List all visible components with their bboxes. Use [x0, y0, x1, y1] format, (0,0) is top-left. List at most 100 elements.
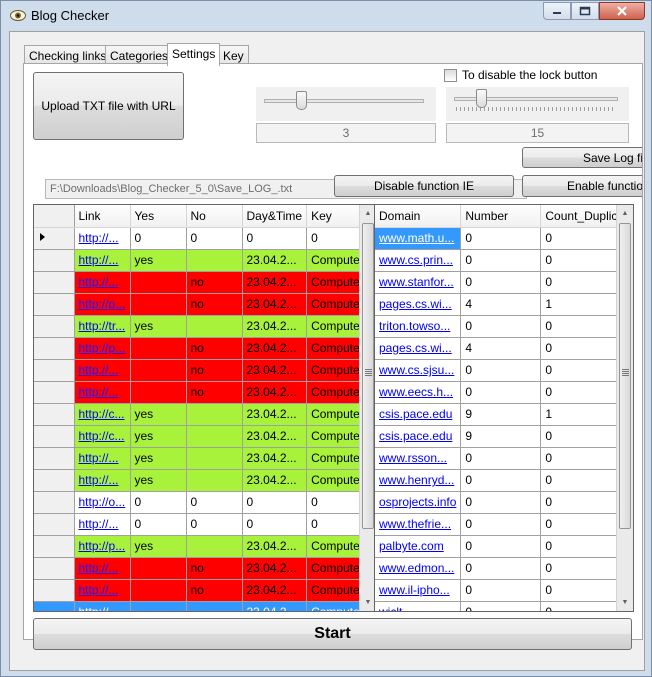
table-row[interactable]: www.rsson... 0 0	[375, 447, 633, 470]
link[interactable]: http://...	[79, 275, 119, 289]
maximize-button[interactable]	[571, 2, 599, 20]
lock-checkbox[interactable]	[444, 69, 457, 82]
domain-link[interactable]: www.edmon...	[379, 561, 454, 575]
domain-cell[interactable]: pages.cs.wi...	[375, 337, 462, 360]
domain-cell[interactable]: www.rsson...	[375, 447, 462, 470]
link-cell[interactable]: http://...	[74, 227, 131, 250]
domain-link[interactable]: www.stanfor...	[379, 275, 454, 289]
link-cell[interactable]: http://p...	[74, 337, 131, 360]
domain-cell[interactable]: www.eecs.h...	[375, 381, 462, 404]
table-row[interactable]: http://c... yes 23.04.2... Computer	[34, 425, 369, 448]
row-header[interactable]	[34, 601, 75, 611]
link[interactable]: http://...	[79, 451, 119, 465]
table-row[interactable]: www.cs.sjsu... 0 0	[375, 359, 633, 382]
link[interactable]: http://...	[79, 385, 119, 399]
row-header[interactable]	[34, 425, 75, 448]
column-header[interactable]: Day&Time	[242, 205, 308, 228]
table-row[interactable]: http://... yes 23.04.2... Computer	[34, 469, 369, 492]
link-cell[interactable]: http://...	[74, 469, 131, 492]
column-header[interactable]: Domain	[375, 205, 462, 228]
domain-link[interactable]: palbyte.com	[379, 539, 444, 553]
table-row[interactable]: http://... no 23.04.2... Computer	[34, 271, 369, 294]
table-row[interactable]: http://... no 23.04.2... Computer	[34, 359, 369, 382]
row-header[interactable]	[34, 249, 75, 272]
table-row[interactable]: http://o... 0 0 0 0	[34, 491, 369, 514]
table-row[interactable]: http://c... yes 23.04.2... Computer	[34, 403, 369, 426]
row-header[interactable]	[34, 293, 75, 316]
domain-cell[interactable]: wiclt...	[375, 601, 462, 611]
table-row[interactable]: www.math.u... 0 0	[375, 227, 633, 250]
tab-checking-links[interactable]: Checking links	[24, 45, 112, 65]
link[interactable]: http://c...	[79, 407, 125, 421]
table-row[interactable]: www.henryd... 0 0	[375, 469, 633, 492]
link-cell[interactable]: http://p...	[74, 535, 131, 558]
title-bar[interactable]: Blog Checker	[1, 1, 651, 31]
column-header[interactable]: No	[186, 205, 243, 228]
domain-link[interactable]: www.il-ipho...	[379, 583, 450, 597]
link[interactable]: http://...	[79, 605, 119, 611]
table-row[interactable]: http://... yes 23.04.2... Computer	[34, 249, 369, 272]
domain-cell[interactable]: www.henryd...	[375, 469, 462, 492]
link[interactable]: http://o...	[79, 495, 126, 509]
link[interactable]: http://p...	[79, 539, 126, 553]
domain-cell[interactable]: csis.pace.edu	[375, 425, 462, 448]
table-row[interactable]: http://... 23.04.2... Computer	[34, 601, 369, 611]
table-row[interactable]: csis.pace.edu 9 1	[375, 403, 633, 426]
domain-cell[interactable]: triton.towso...	[375, 315, 462, 338]
domain-link[interactable]: wiclt...	[379, 605, 412, 611]
column-header[interactable]: Link	[74, 205, 131, 228]
table-row[interactable]: www.stanfor... 0 0	[375, 271, 633, 294]
link-cell[interactable]: http://c...	[74, 425, 131, 448]
slider-track-2[interactable]	[446, 87, 629, 121]
domain-link[interactable]: osprojects.info	[379, 495, 456, 509]
table-row[interactable]: http://... no 23.04.2... Computer	[34, 557, 369, 580]
link[interactable]: http://...	[79, 517, 119, 531]
link[interactable]: http://c...	[79, 429, 125, 443]
table-row[interactable]: http://... no 23.04.2... Computer	[34, 381, 369, 404]
table-row[interactable]: csis.pace.edu 9 0	[375, 425, 633, 448]
link-cell[interactable]: http://...	[74, 271, 131, 294]
table-row[interactable]: http://... 0 0 0 0	[34, 227, 369, 250]
link[interactable]: http://tr...	[79, 319, 126, 333]
domain-cell[interactable]: osprojects.info	[375, 491, 462, 514]
link-cell[interactable]: http://...	[74, 601, 131, 611]
row-header[interactable]	[34, 447, 75, 470]
scroll-down-icon[interactable]: ▼	[617, 594, 633, 611]
row-header[interactable]	[34, 491, 75, 514]
domains-scroll-thumb[interactable]	[619, 223, 631, 529]
table-row[interactable]: http://p... no 23.04.2... Computer	[34, 337, 369, 360]
link[interactable]: http://...	[79, 473, 119, 487]
table-row[interactable]: http://p... yes 23.04.2... Computer	[34, 535, 369, 558]
tab-categories[interactable]: Categories	[105, 45, 174, 65]
table-row[interactable]: pages.cs.wi... 4 0	[375, 337, 633, 360]
row-header[interactable]	[34, 271, 75, 294]
table-row[interactable]: pages.cs.wi... 4 1	[375, 293, 633, 316]
domain-link[interactable]: csis.pace.edu	[379, 429, 452, 443]
domain-link[interactable]: www.henryd...	[379, 473, 454, 487]
domain-link[interactable]: www.eecs.h...	[379, 385, 453, 399]
disable-ie-button[interactable]: Disable function IE	[334, 175, 514, 197]
link-cell[interactable]: http://...	[74, 249, 131, 272]
table-row[interactable]: http://tr... yes 23.04.2... Computer	[34, 315, 369, 338]
domain-link[interactable]: triton.towso...	[379, 319, 450, 333]
table-row[interactable]: www.thefrie... 0 0	[375, 513, 633, 536]
row-header[interactable]	[34, 403, 75, 426]
row-header[interactable]	[34, 535, 75, 558]
link[interactable]: http://...	[79, 231, 119, 245]
table-row[interactable]: www.eecs.h... 0 0	[375, 381, 633, 404]
link-cell[interactable]: http://o...	[74, 491, 131, 514]
domain-cell[interactable]: csis.pace.edu	[375, 403, 462, 426]
row-header[interactable]	[34, 579, 75, 602]
domain-link[interactable]: www.rsson...	[379, 451, 447, 465]
link[interactable]: http://...	[79, 253, 119, 267]
link-cell[interactable]: http://c...	[74, 403, 131, 426]
domain-cell[interactable]: www.cs.sjsu...	[375, 359, 462, 382]
domain-cell[interactable]: www.il-ipho...	[375, 579, 462, 602]
save-log-button[interactable]: Save Log fi	[522, 147, 642, 168]
table-row[interactable]: www.edmon... 0 0	[375, 557, 633, 580]
minimize-button[interactable]	[543, 2, 571, 20]
table-row[interactable]: www.cs.prin... 0 0	[375, 249, 633, 272]
row-header[interactable]	[34, 337, 75, 360]
domain-cell[interactable]: www.cs.prin...	[375, 249, 462, 272]
table-row[interactable]: www.il-ipho... 0 0	[375, 579, 633, 602]
